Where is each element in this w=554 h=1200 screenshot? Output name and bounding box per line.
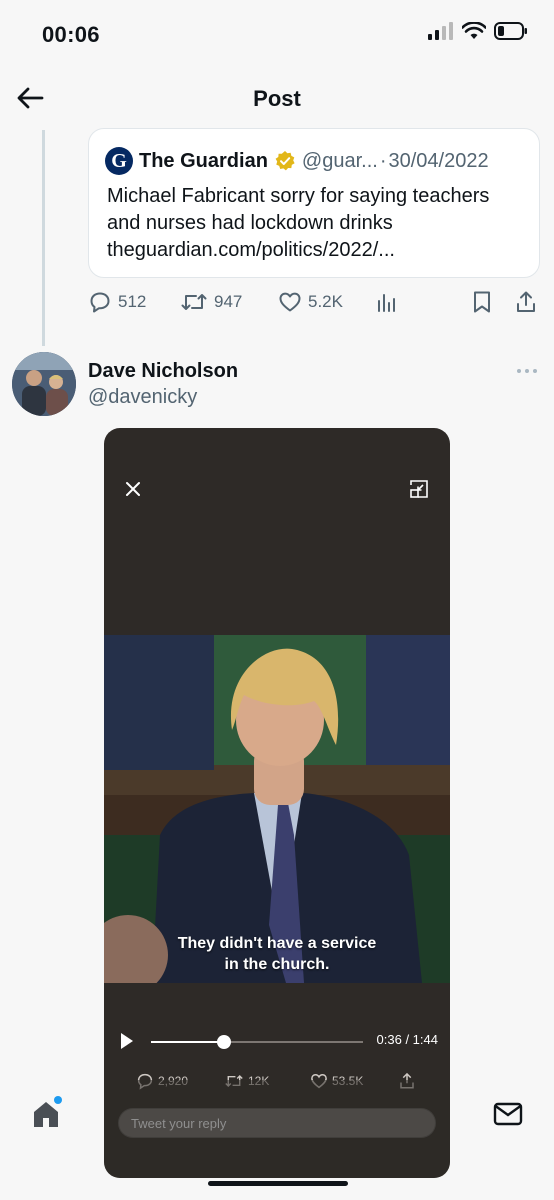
reply-placeholder: Tweet your reply	[131, 1115, 227, 1131]
bookmark-button[interactable]	[472, 290, 492, 314]
like-button[interactable]: 5.2K	[278, 290, 343, 314]
share-icon	[400, 1072, 414, 1089]
heart-icon	[279, 292, 301, 312]
retweet-count: 947	[214, 292, 243, 311]
heart-icon	[311, 1073, 327, 1089]
avatar[interactable]	[12, 352, 76, 416]
analytics-button[interactable]	[376, 290, 398, 314]
quoted-tweet-text: Michael Fabricant sorry for saying teach…	[107, 185, 490, 261]
guardian-logo: G	[105, 147, 133, 175]
retweet-button[interactable]: 947	[180, 290, 242, 314]
video-reply-button[interactable]: 2,920	[136, 1072, 188, 1090]
video-like-button[interactable]: 53.5K	[310, 1072, 363, 1090]
retweet-icon	[181, 294, 207, 310]
nav-messages[interactable]	[492, 1098, 524, 1135]
bookmark-icon	[474, 291, 490, 313]
author-name[interactable]: Dave Nicholson	[88, 360, 238, 383]
tweet-actions: 512 947 5.2K	[88, 290, 540, 320]
author-handle[interactable]: @davenicky	[88, 386, 197, 409]
video-retweet-button[interactable]: 12K	[224, 1072, 269, 1090]
play-button[interactable]	[120, 1032, 134, 1055]
video-controls: 0:36 / 1:44	[104, 1028, 450, 1058]
signal-icon	[428, 22, 453, 40]
video-like-count: 53.5K	[332, 1074, 364, 1088]
notification-dot	[54, 1096, 62, 1104]
status-bar: 00:06	[0, 0, 554, 62]
home-indicator	[208, 1181, 348, 1186]
close-icon	[126, 482, 140, 496]
battery-icon	[494, 22, 527, 40]
video-retweet-count: 12K	[248, 1074, 270, 1088]
scrubber-progress	[151, 1041, 225, 1043]
header: Post	[0, 62, 554, 132]
reply-icon	[90, 292, 110, 313]
video-still-image	[104, 635, 450, 983]
reply-input[interactable]: Tweet your reply	[118, 1108, 436, 1138]
avatar-photo	[12, 352, 76, 416]
video-stats: 2,920 12K 53.5K	[104, 1072, 450, 1094]
video-share-button[interactable]	[398, 1072, 416, 1090]
status-time: 00:06	[42, 22, 100, 47]
video-frame[interactable]: They didn't have a service in the church…	[104, 635, 450, 983]
video-reply-count: 2,920	[158, 1074, 189, 1088]
separator-dot: ·	[379, 149, 387, 172]
status-icons	[428, 22, 528, 40]
quoted-tweet-card[interactable]: G The Guardian @guar... · 30/04/2022 Mic…	[88, 128, 540, 278]
subtitle-line-1: They didn't have a service	[177, 935, 377, 952]
page-title: Post	[253, 86, 301, 111]
share-button[interactable]	[514, 290, 538, 314]
quoted-author-name: The Guardian	[139, 149, 268, 172]
reply-button[interactable]: 512	[88, 290, 146, 314]
video-subtitle: They didn't have a service in the church…	[104, 933, 450, 975]
minimize-button[interactable]	[408, 478, 430, 500]
thread-connector	[42, 130, 45, 346]
more-icon	[517, 369, 537, 373]
quoted-author-handle: @guar...	[301, 149, 378, 172]
minimize-icon	[410, 480, 428, 498]
retweet-icon	[225, 1074, 243, 1088]
share-icon	[517, 291, 535, 312]
verified-badge-icon	[274, 150, 296, 172]
mail-icon	[493, 1102, 523, 1126]
subtitle-line-2: in the church.	[224, 956, 330, 973]
close-button[interactable]	[122, 478, 144, 500]
scrubber-handle[interactable]	[217, 1035, 232, 1049]
analytics-icon	[378, 294, 395, 312]
reply-count: 512	[118, 292, 147, 311]
more-button[interactable]	[516, 362, 538, 380]
video-time: 0:36 / 1:44	[376, 1032, 438, 1047]
play-icon	[121, 1033, 133, 1049]
like-count: 5.2K	[308, 292, 343, 311]
reply-icon	[137, 1073, 153, 1090]
quoted-tweet-date: 30/04/2022	[388, 149, 489, 172]
video-scrubber[interactable]	[151, 1035, 363, 1049]
quoted-tweet-header: G The Guardian @guar... · 30/04/2022	[105, 147, 489, 175]
video-player[interactable]: They didn't have a service in the church…	[104, 428, 450, 1178]
wifi-icon	[462, 22, 486, 39]
